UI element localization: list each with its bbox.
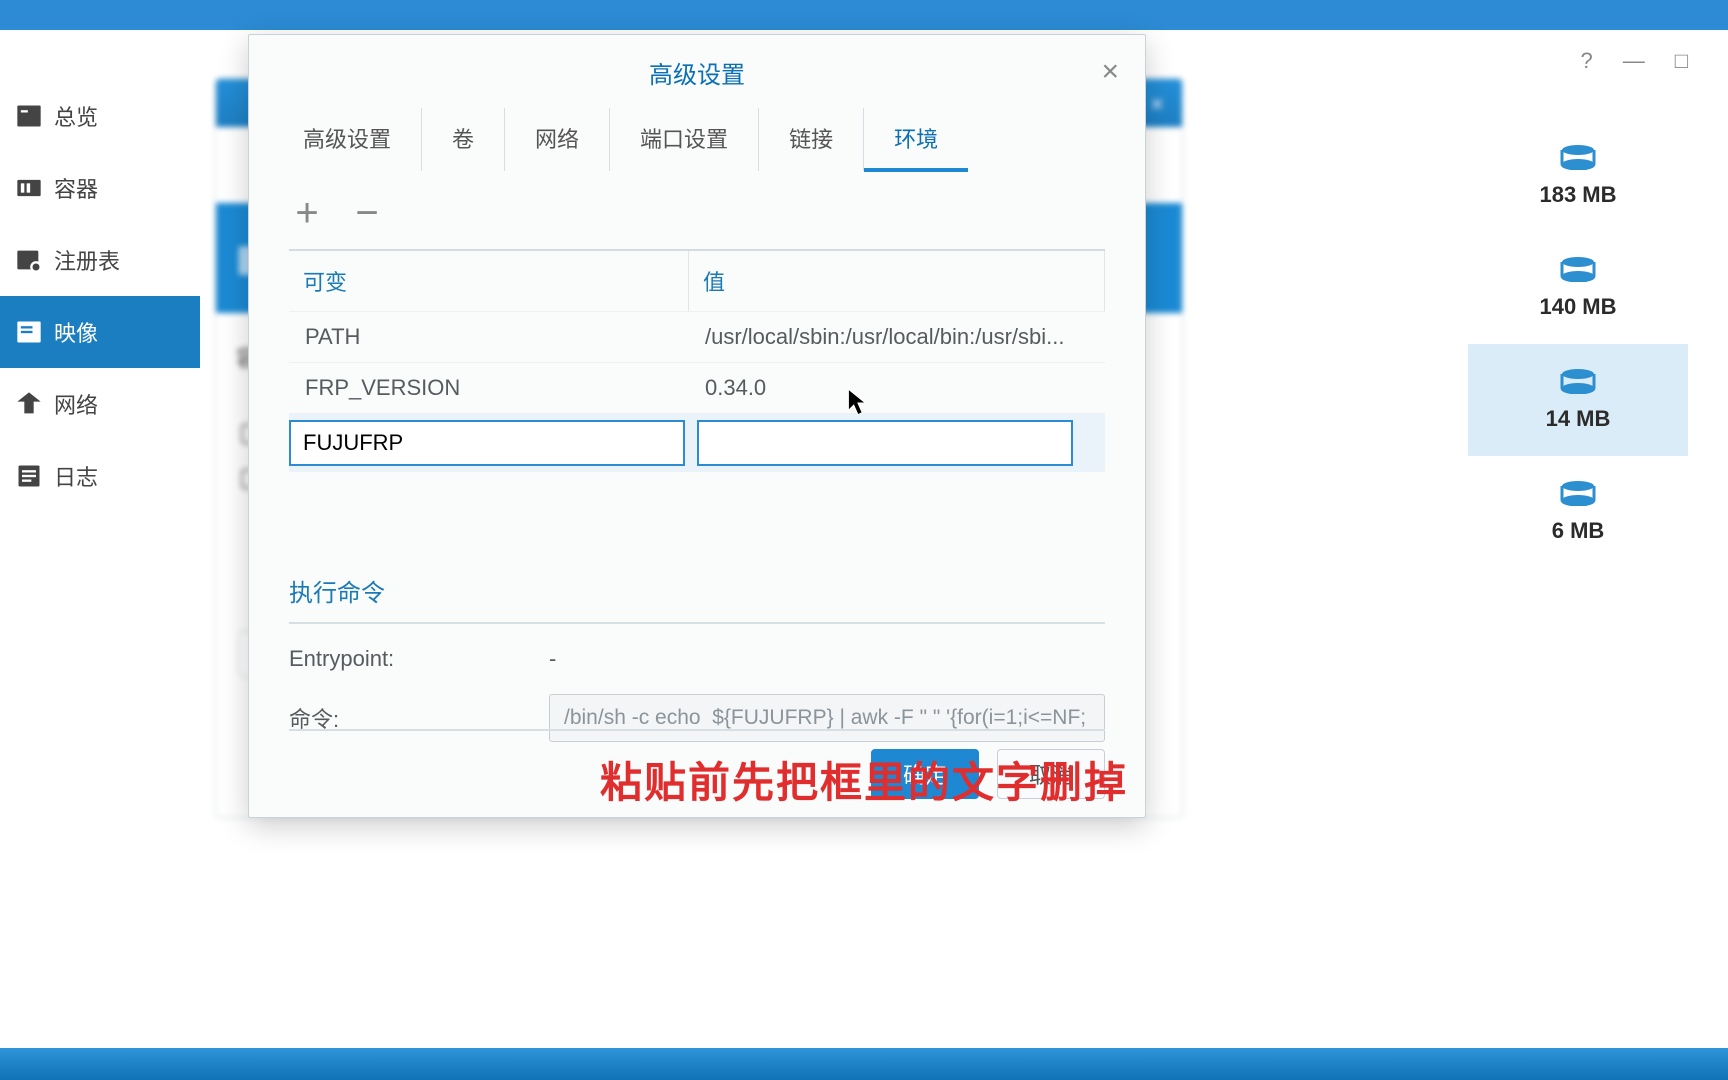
- network-icon: [14, 389, 44, 419]
- sidebar-item-network[interactable]: 网络: [0, 368, 200, 440]
- tab-advanced[interactable]: 高级设置: [273, 108, 422, 171]
- sidebar-item-container[interactable]: 容器: [0, 152, 200, 224]
- close-button[interactable]: ×: [1101, 55, 1119, 89]
- entrypoint-label: Entrypoint:: [289, 646, 549, 672]
- advanced-settings-modal: 高级设置 × 高级设置 卷 网络 端口设置 链接 环境 + − 可变 值 PAT…: [248, 34, 1146, 818]
- env-table: 可变 值 PATH /usr/local/sbin:/usr/local/bin…: [289, 249, 1105, 472]
- sidebar-item-label: 网络: [54, 388, 98, 420]
- sidebar: 总览 容器 注册表 映像 网络 日志: [0, 80, 200, 512]
- sidebar-item-label: 映像: [54, 316, 98, 348]
- remove-row-button[interactable]: −: [349, 195, 385, 231]
- env-header-key: 可变: [289, 251, 689, 311]
- taskbar: [0, 1048, 1728, 1080]
- env-row[interactable]: FRP_VERSION 0.34.0: [289, 362, 1105, 413]
- env-row-editing[interactable]: [289, 413, 1105, 472]
- tab-bar: 高级设置 卷 网络 端口设置 链接 环境: [249, 108, 1145, 171]
- env-toolbar: + −: [289, 183, 1105, 249]
- disk-icon: [1560, 144, 1596, 170]
- disk-icon: [1560, 368, 1596, 394]
- sidebar-item-log[interactable]: 日志: [0, 440, 200, 512]
- env-key-input[interactable]: [289, 420, 685, 466]
- exec-title: 执行命令: [289, 573, 1105, 624]
- env-val: 0.34.0: [689, 363, 1105, 413]
- log-icon: [14, 461, 44, 491]
- tab-link[interactable]: 链接: [759, 108, 864, 171]
- container-icon: [14, 173, 44, 203]
- modal-title: 高级设置: [249, 35, 1145, 108]
- maximize-button[interactable]: □: [1675, 48, 1688, 74]
- tab-port[interactable]: 端口设置: [610, 108, 759, 171]
- registry-icon: [14, 245, 44, 275]
- env-value-input[interactable]: [697, 420, 1073, 466]
- image-list-item[interactable]: 140 MB: [1468, 232, 1688, 344]
- sidebar-item-label: 总览: [54, 100, 98, 132]
- env-val: /usr/local/sbin:/usr/local/bin:/usr/sbi.…: [689, 312, 1105, 362]
- window-controls: ? — □: [1580, 48, 1688, 74]
- exec-section: 执行命令 Entrypoint: - 命令:: [289, 573, 1105, 742]
- help-icon[interactable]: ?: [1580, 48, 1592, 74]
- titlebar-strip: [0, 0, 1728, 30]
- close-icon: ×: [1150, 91, 1164, 119]
- env-row[interactable]: PATH /usr/local/sbin:/usr/local/bin:/usr…: [289, 311, 1105, 362]
- disk-icon: [1560, 480, 1596, 506]
- image-size: 140 MB: [1468, 294, 1688, 320]
- sidebar-item-registry[interactable]: 注册表: [0, 224, 200, 296]
- tab-volume[interactable]: 卷: [422, 108, 505, 171]
- env-key: FRP_VERSION: [289, 363, 689, 413]
- subtitle-caption: 粘贴前先把框里的文字删掉: [600, 749, 1128, 810]
- image-list-item[interactable]: 14 MB: [1468, 344, 1688, 456]
- env-header-val: 值: [689, 251, 1105, 311]
- sidebar-item-image[interactable]: 映像: [0, 296, 200, 368]
- sidebar-item-label: 容器: [54, 172, 98, 204]
- image-list-item[interactable]: 183 MB: [1468, 120, 1688, 232]
- entrypoint-value: -: [549, 646, 556, 672]
- image-size: 6 MB: [1468, 518, 1688, 544]
- sidebar-item-overview[interactable]: 总览: [0, 80, 200, 152]
- env-key: PATH: [289, 312, 689, 362]
- image-icon: [14, 317, 44, 347]
- image-list-item[interactable]: 6 MB: [1468, 456, 1688, 568]
- image-size-list: 183 MB 140 MB 14 MB 6 MB: [1468, 120, 1688, 568]
- minimize-button[interactable]: —: [1623, 48, 1645, 74]
- image-size: 14 MB: [1468, 406, 1688, 432]
- sidebar-item-label: 日志: [54, 460, 98, 492]
- image-size: 183 MB: [1468, 182, 1688, 208]
- disk-icon: [1560, 256, 1596, 282]
- overview-icon: [14, 101, 44, 131]
- sidebar-item-label: 注册表: [54, 244, 120, 276]
- add-row-button[interactable]: +: [289, 195, 325, 231]
- tab-environment[interactable]: 环境: [864, 108, 968, 172]
- tab-network[interactable]: 网络: [505, 108, 610, 171]
